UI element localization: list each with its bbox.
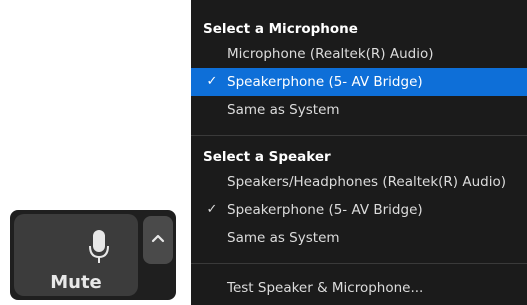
microphone-section-heading: Select a Microphone	[203, 21, 358, 37]
audio-control-group: Mute	[10, 210, 176, 300]
speaker-option-same-as-system[interactable]: Same as System	[191, 224, 527, 252]
microphone-icon	[89, 230, 109, 263]
menu-divider	[191, 263, 527, 264]
check-icon: ✓	[206, 74, 218, 89]
test-speaker-microphone-item[interactable]: Test Speaker & Microphone...	[191, 274, 527, 302]
chevron-up-icon	[151, 234, 165, 243]
speaker-section-heading: Select a Speaker	[203, 149, 331, 165]
speaker-option-realtek[interactable]: Speakers/Headphones (Realtek(R) Audio)	[191, 168, 527, 196]
mute-button[interactable]: Mute	[14, 214, 138, 296]
audio-options-button[interactable]	[143, 216, 173, 264]
microphone-option-same-as-system[interactable]: Same as System	[191, 96, 527, 124]
speaker-option-speakerphone[interactable]: ✓ Speakerphone (5- AV Bridge)	[191, 196, 527, 224]
menu-item-label: Same as System	[227, 230, 340, 246]
menu-item-label: Microphone (Realtek(R) Audio)	[227, 46, 434, 62]
menu-item-label: Test Speaker & Microphone...	[227, 280, 424, 296]
menu-item-label: Speakerphone (5- AV Bridge)	[227, 74, 423, 90]
menu-item-label: Speakerphone (5- AV Bridge)	[227, 202, 423, 218]
menu-divider	[191, 135, 527, 136]
audio-menu: Select a Microphone Microphone (Realtek(…	[191, 0, 527, 305]
menu-item-label: Speakers/Headphones (Realtek(R) Audio)	[227, 174, 506, 190]
check-icon: ✓	[206, 202, 218, 217]
microphone-option-speakerphone[interactable]: ✓ Speakerphone (5- AV Bridge)	[191, 68, 527, 96]
microphone-option-realtek[interactable]: Microphone (Realtek(R) Audio)	[191, 40, 527, 68]
mute-label: Mute	[50, 272, 102, 293]
menu-item-label: Same as System	[227, 102, 340, 118]
